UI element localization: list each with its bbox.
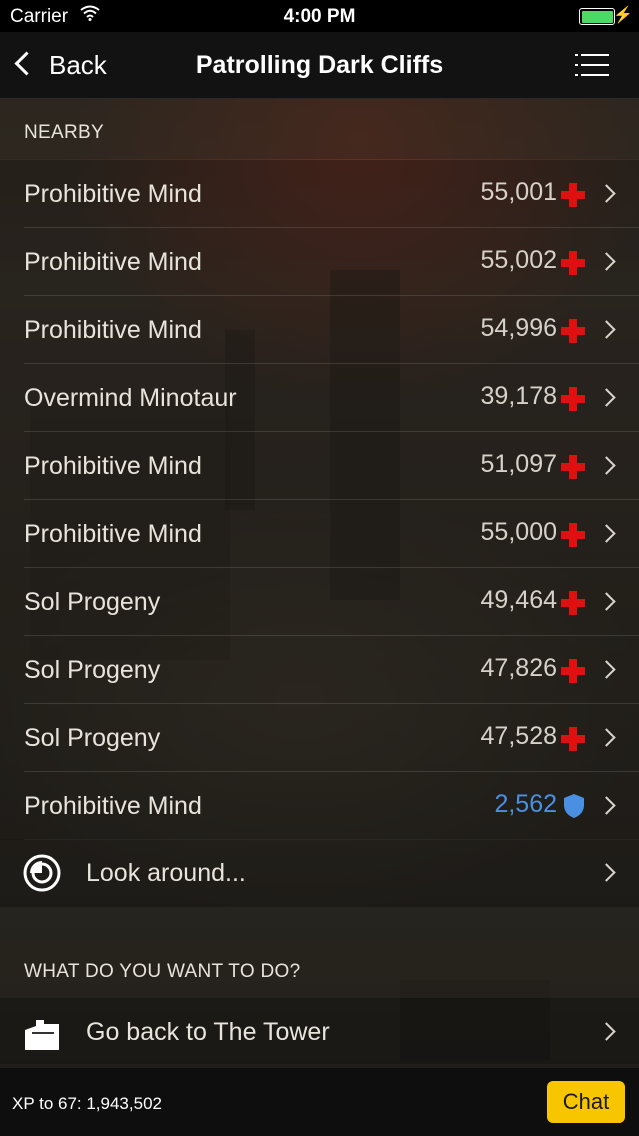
enemy-name: Prohibitive Mind <box>24 316 202 344</box>
list-item[interactable]: Prohibitive Mind 2,562 <box>0 772 639 840</box>
navigation-bar: Back Patrolling Dark Cliffs <box>0 32 639 99</box>
list-item[interactable]: Sol Progeny 49,464 <box>0 568 639 636</box>
list-item[interactable]: Prohibitive Mind 55,001 <box>0 160 639 228</box>
radar-icon <box>22 853 62 893</box>
go-back-tower-row[interactable]: Go back to The Tower <box>0 998 639 1064</box>
red-cross-icon <box>561 251 585 275</box>
bottom-bar: XP to 67: 1,943,502 Chat <box>0 1068 639 1136</box>
clock: 4:00 PM <box>283 6 356 27</box>
red-cross-icon <box>561 591 585 615</box>
section-title: NEARBY <box>24 122 104 143</box>
enemy-health-value: 55,001 <box>480 178 557 206</box>
red-cross-icon <box>561 523 585 547</box>
chevron-right-icon <box>597 252 616 271</box>
enemy-health-value: 55,002 <box>480 246 557 274</box>
section-title: WHAT DO YOU WANT TO DO? <box>24 961 301 982</box>
enemy-name: Prohibitive Mind <box>24 180 202 208</box>
enemy-health-value: 49,464 <box>480 586 557 614</box>
list-item[interactable]: Prohibitive Mind 55,000 <box>0 500 639 568</box>
list-item[interactable]: Prohibitive Mind 55,002 <box>0 228 639 296</box>
list-item[interactable]: Sol Progeny 47,528 <box>0 704 639 772</box>
enemy-health-value: 55,000 <box>480 518 557 546</box>
enemy-name: Prohibitive Mind <box>24 452 202 480</box>
tower-icon <box>22 1012 62 1052</box>
xp-progress-label: XP to 67: 1,943,502 <box>12 1094 162 1113</box>
red-cross-icon <box>561 183 585 207</box>
look-around-label: Look around... <box>86 859 246 887</box>
list-item[interactable]: Sol Progeny 47,826 <box>0 636 639 704</box>
enemy-name: Sol Progeny <box>24 724 161 752</box>
chevron-right-icon <box>597 456 616 475</box>
enemy-health-value: 54,996 <box>480 314 557 342</box>
chevron-right-icon <box>597 796 616 815</box>
red-cross-icon <box>561 727 585 751</box>
shield-icon <box>563 793 585 819</box>
red-cross-icon <box>561 319 585 343</box>
list-menu-icon[interactable] <box>575 54 609 76</box>
enemy-health-value: 47,826 <box>480 654 557 682</box>
enemy-health-value: 47,528 <box>480 722 557 750</box>
status-bar: Carrier 4:00 PM ⚡ <box>0 0 639 32</box>
chevron-right-icon <box>597 320 616 339</box>
chevron-right-icon <box>597 728 616 747</box>
enemy-health-value: 51,097 <box>480 450 557 478</box>
chevron-right-icon <box>597 388 616 407</box>
chevron-right-icon <box>597 524 616 543</box>
list-item[interactable]: Prohibitive Mind 54,996 <box>0 296 639 364</box>
chat-button[interactable]: Chat <box>547 1081 625 1123</box>
look-around-row[interactable]: Look around... <box>0 839 639 907</box>
enemy-name: Sol Progeny <box>24 588 161 616</box>
list-item[interactable]: Overmind Minotaur 39,178 <box>0 364 639 432</box>
list-item[interactable]: Prohibitive Mind 51,097 <box>0 432 639 500</box>
red-cross-icon <box>561 659 585 683</box>
red-cross-icon <box>561 387 585 411</box>
red-cross-icon <box>561 455 585 479</box>
enemy-health-value: 39,178 <box>480 382 557 410</box>
enemy-name: Prohibitive Mind <box>24 520 202 548</box>
chevron-right-icon <box>597 660 616 679</box>
chevron-right-icon <box>597 592 616 611</box>
enemy-name: Overmind Minotaur <box>24 384 237 412</box>
enemy-name: Sol Progeny <box>24 656 161 684</box>
enemy-health-value: 2,562 <box>494 790 557 818</box>
section-header-nearby: NEARBY <box>0 99 639 159</box>
enemy-name: Prohibitive Mind <box>24 248 202 276</box>
battery-icon <box>579 8 615 25</box>
charging-bolt-icon: ⚡ <box>613 7 633 24</box>
chevron-right-icon <box>597 184 616 203</box>
section-header-actions: WHAT DO YOU WANT TO DO? <box>0 938 639 998</box>
page-title: Patrolling Dark Cliffs <box>195 51 444 79</box>
enemy-name: Prohibitive Mind <box>24 792 202 820</box>
chevron-right-icon <box>597 863 616 882</box>
chevron-right-icon <box>597 1022 616 1041</box>
go-back-label: Go back to The Tower <box>86 1018 330 1046</box>
